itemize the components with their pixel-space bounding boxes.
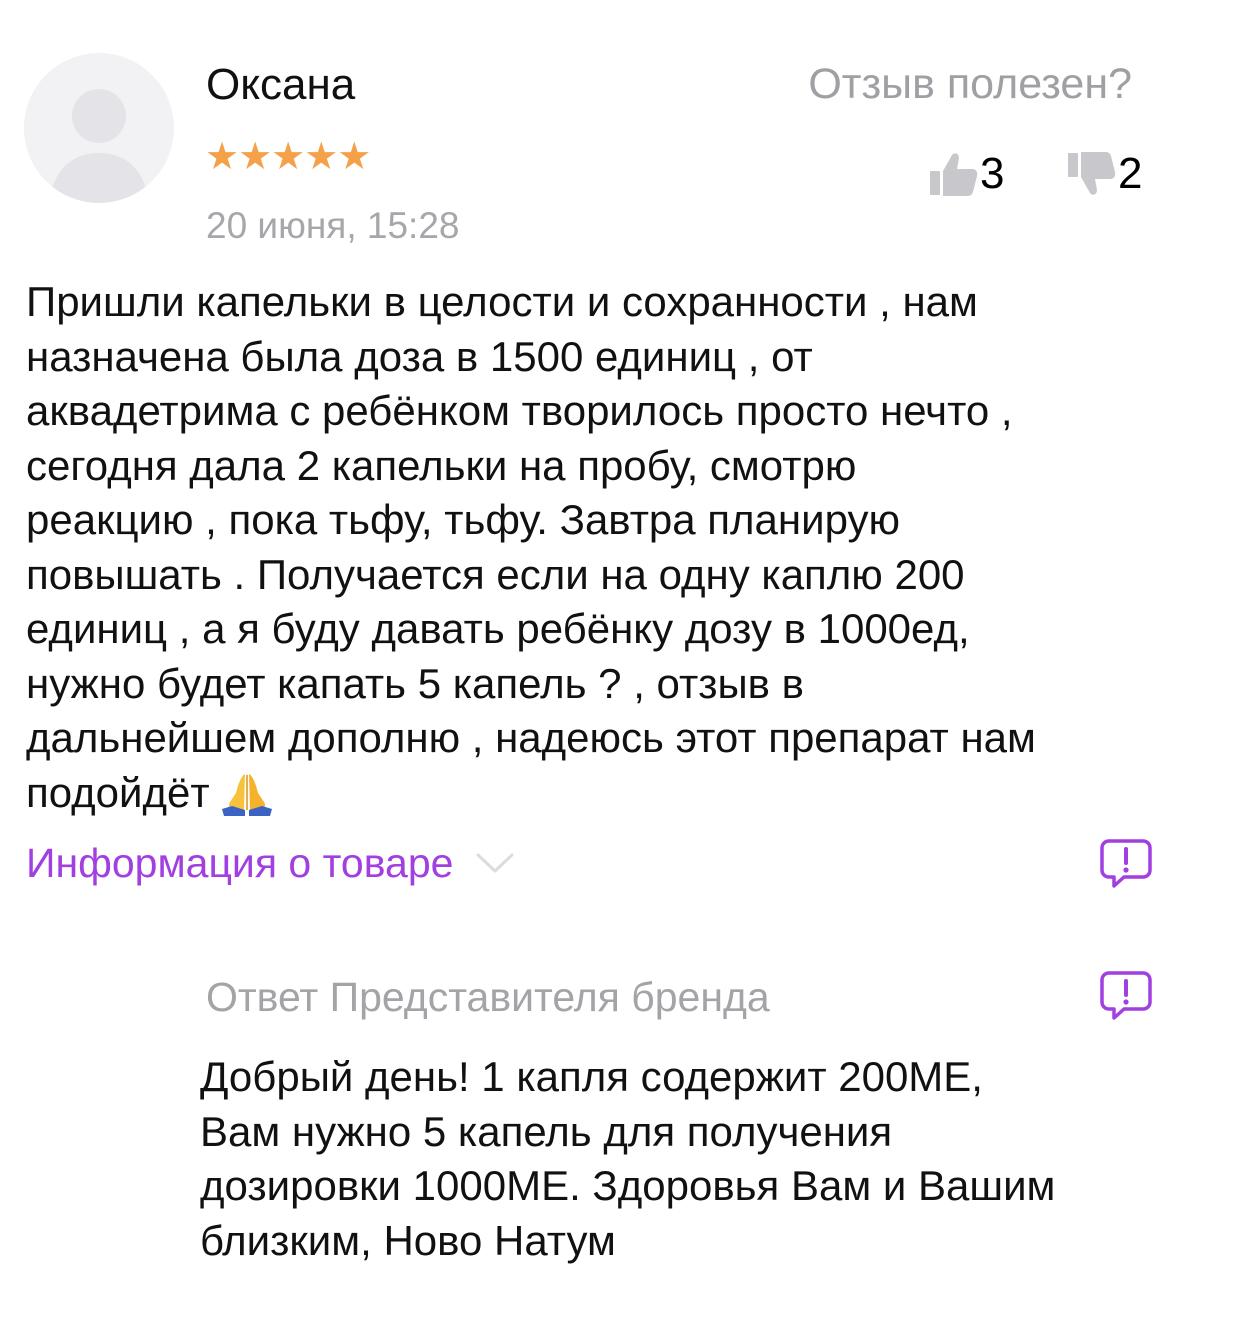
report-bubble-icon [1100, 839, 1152, 888]
user-placeholder-icon [24, 53, 174, 203]
brand-reply-title: Ответ Представителя бренда [206, 974, 770, 1020]
review-date: 20 июня, 15:28 [206, 205, 460, 246]
review-text: Пришли капельки в целости и сохранности … [26, 275, 1206, 830]
folded-hands-icon [218, 769, 276, 831]
avatar [24, 53, 174, 203]
like-count: 3 [980, 149, 1005, 198]
brand-reply-text: Добрый день! 1 капля содержит 200МЕ, Вам… [200, 1053, 1056, 1264]
product-info-toggle[interactable]: Информация о товаре [26, 836, 515, 890]
review-body: Пришли капельки в целости и сохранности … [26, 278, 1036, 816]
helpful-question: Отзыв полезен? [808, 60, 1132, 108]
thumbs-down-icon [1068, 152, 1116, 195]
dislike-count: 2 [1118, 149, 1143, 198]
dislike-button[interactable]: 2 [1066, 146, 1142, 202]
report-reply-button[interactable] [1100, 970, 1152, 1022]
like-button[interactable]: 3 [928, 146, 1004, 202]
thumbs-up-icon [930, 153, 978, 196]
product-info-label: Информация о товаре [26, 840, 454, 886]
rating-stars: ★★★★★ [205, 136, 371, 178]
author-name: Оксана [206, 60, 356, 109]
chevron-down-icon [476, 853, 514, 873]
report-review-button[interactable] [1100, 838, 1152, 890]
report-bubble-icon [1100, 971, 1152, 1020]
